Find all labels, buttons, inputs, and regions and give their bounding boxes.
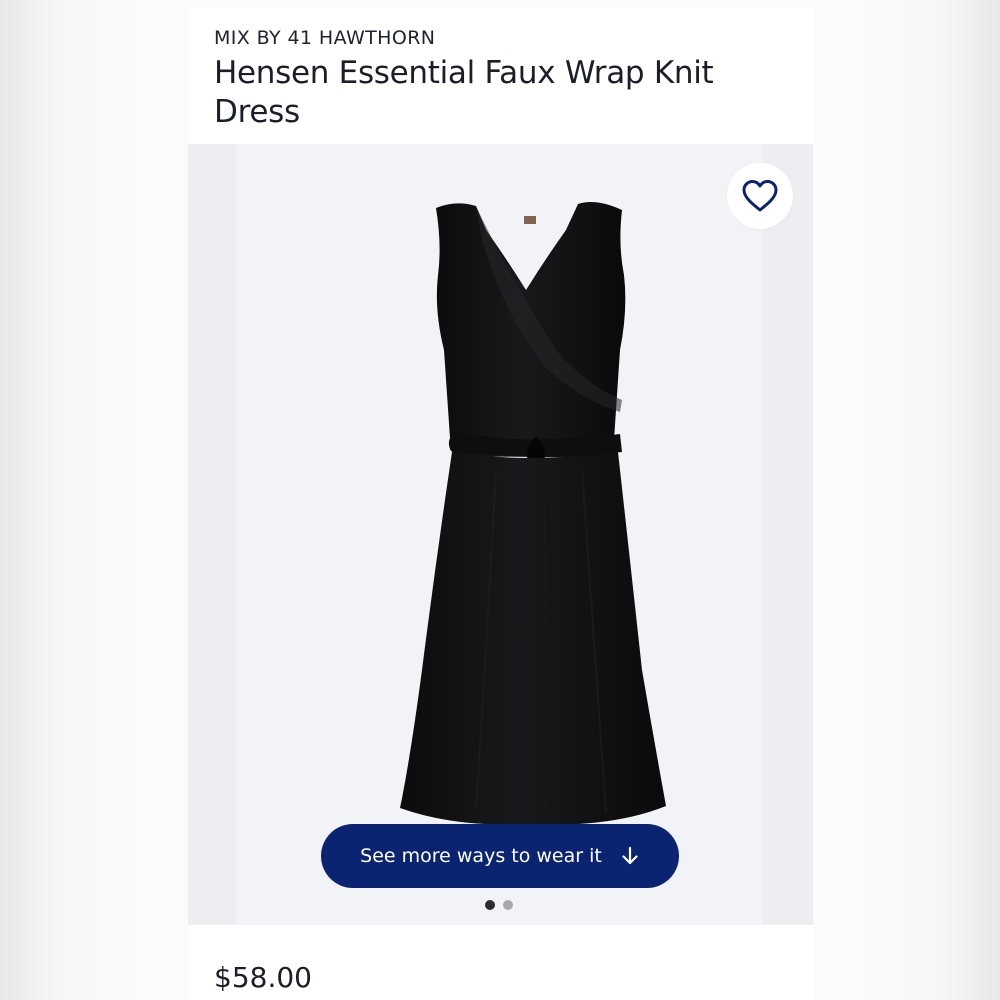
see-more-ways-button[interactable]: See more ways to wear it [321,824,679,888]
carousel-indicators [485,900,513,910]
favorite-button[interactable] [727,163,793,229]
product-image-carousel[interactable]: See more ways to wear it [188,144,813,925]
see-more-ways-label: See more ways to wear it [360,845,602,867]
product-title: Hensen Essential Faux Wrap Knit Dress [214,55,714,130]
product-price: $58.00 [214,961,312,994]
carousel-dot-1[interactable] [485,900,495,910]
dress-image [400,202,666,825]
product-image-frame [236,144,763,925]
carousel-dot-2[interactable] [503,900,513,910]
product-header: MIX BY 41 HAWTHORN Hensen Essential Faux… [188,8,813,144]
heart-outline-icon [742,180,778,212]
product-card: MIX BY 41 HAWTHORN Hensen Essential Faux… [188,8,813,1000]
arrow-down-icon [622,846,638,865]
brand-name: MIX BY 41 HAWTHORN [214,27,436,49]
